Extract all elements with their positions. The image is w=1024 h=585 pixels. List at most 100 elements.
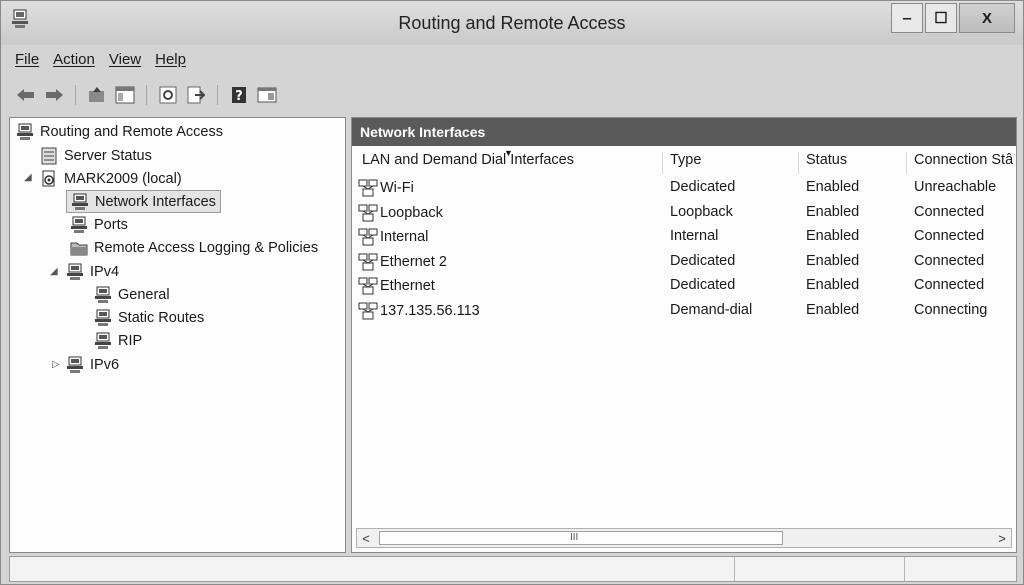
network-interfaces-icon (71, 193, 89, 211)
back-arrow-icon[interactable] (15, 84, 37, 106)
column-header-name[interactable]: LAN and Demand Dial Interfaces (362, 152, 574, 174)
network-interface-icon (358, 277, 378, 295)
ports-icon (70, 216, 88, 234)
app-window: Routing and Remote Access ‒ ☐ X File Act… (0, 0, 1024, 585)
menu-bar: File Action View Help (9, 49, 194, 75)
show-hide-tree-icon[interactable] (114, 84, 136, 106)
tree-label: RIP (118, 332, 143, 349)
folder-icon (70, 239, 88, 257)
window-controls: ‒ ☐ X (891, 3, 1015, 33)
connection-state-cell: Connected (914, 203, 985, 220)
status-cell: Enabled (806, 277, 860, 293)
scroll-left-button[interactable]: < (357, 529, 375, 547)
type-cell: Demand-dial (670, 301, 753, 318)
menu-view[interactable]: View (103, 49, 149, 75)
title-bar[interactable]: Routing and Remote Access ‒ ☐ X (1, 1, 1023, 45)
properties-icon[interactable] (256, 84, 278, 106)
column-divider[interactable] (906, 152, 907, 174)
collapse-arrow-icon[interactable]: ◢ (50, 266, 58, 277)
column-divider[interactable] (662, 152, 663, 174)
refresh-icon[interactable] (157, 84, 179, 106)
column-header-status[interactable]: Status (806, 152, 847, 174)
interface-name-cell: Ethernet 2 (358, 253, 447, 271)
maximize-icon: ☐ (934, 10, 948, 27)
table-row[interactable]: Loopback Loopback Enabled Connected (352, 201, 1016, 225)
tree-label: General (118, 286, 170, 303)
minimize-icon: ‒ (902, 9, 912, 27)
network-interface-icon (358, 302, 378, 320)
interface-name-cell: Wi-Fi (358, 179, 414, 197)
column-divider[interactable] (798, 152, 799, 174)
console-tree[interactable]: Routing and Remote Access Server Status … (9, 117, 346, 553)
tree-item-network-interfaces[interactable]: Network Interfaces (66, 190, 221, 213)
close-icon: X (981, 9, 992, 27)
menu-file[interactable]: File (9, 49, 47, 75)
menu-help[interactable]: Help (149, 49, 194, 75)
table-row[interactable]: Ethernet 2 Dedicated Enabled Connected (352, 250, 1016, 274)
scroll-grip: III (570, 532, 579, 543)
interface-name-cell: 137.135.56.113 (358, 302, 480, 320)
help-icon[interactable]: ? (228, 84, 250, 106)
tree-label: Static Routes (118, 309, 205, 326)
tree-label: IPv4 (90, 263, 120, 280)
connection-state-cell: Connected (914, 252, 985, 269)
close-button[interactable]: X (959, 3, 1015, 33)
menu-action[interactable]: Action (47, 49, 103, 75)
tree-item-ports[interactable]: Ports (70, 213, 128, 236)
connection-state-cell: Unreachable (914, 179, 997, 195)
network-interface-icon (358, 204, 378, 222)
table-row[interactable]: Wi-Fi Dedicated Enabled Unreachable (352, 176, 1016, 200)
forward-arrow-icon[interactable] (43, 84, 65, 106)
rip-icon (94, 332, 112, 350)
tree-label: Network Interfaces (95, 193, 216, 210)
maximize-button[interactable]: ☐ (925, 3, 957, 33)
toolbar-separator (146, 85, 147, 105)
up-folder-icon[interactable] (86, 84, 108, 106)
tree-item-ipv4[interactable]: IPv4 (66, 260, 119, 283)
tree-item-ipv6[interactable]: IPv6 (66, 353, 119, 376)
tree-item-logging[interactable]: Remote Access Logging & Policies (70, 236, 318, 259)
scroll-right-button[interactable]: > (993, 529, 1011, 547)
column-header-type[interactable]: Type (670, 152, 701, 174)
tree-item-root[interactable]: Routing and Remote Access (16, 120, 223, 143)
tree-item-server[interactable]: MARK2009 (local) (40, 167, 182, 190)
interface-name: Loopback (380, 204, 443, 221)
type-cell: Loopback (670, 203, 733, 220)
table-row[interactable]: Ethernet Dedicated Enabled Connected (352, 274, 1016, 298)
horizontal-scrollbar[interactable]: < III > (356, 528, 1012, 548)
type-cell: Dedicated (670, 252, 736, 269)
interface-name: 137.135.56.113 (380, 302, 480, 319)
network-interface-icon (358, 253, 378, 271)
minimize-button[interactable]: ‒ (891, 3, 923, 33)
interface-name: Internal (380, 229, 429, 245)
scroll-thumb[interactable]: III (379, 531, 783, 545)
table-row[interactable]: Internal Internal Enabled Connected (352, 225, 1016, 249)
column-header-connection-state[interactable]: Connection Stâ (914, 152, 1016, 174)
tree-item-server-status[interactable]: Server Status (40, 144, 152, 167)
tree-item-static-routes[interactable]: Static Routes (94, 306, 204, 329)
toolbar-separator (217, 85, 218, 105)
status-divider (904, 557, 905, 581)
export-icon[interactable] (185, 84, 207, 106)
tree-item-general[interactable]: General (94, 283, 170, 306)
interface-name-cell: Loopback (358, 204, 443, 222)
tree-label: Routing and Remote Access (40, 123, 223, 140)
tree-label: Server Status (64, 147, 152, 164)
type-cell: Internal (670, 228, 719, 244)
network-interface-icon (358, 179, 378, 197)
table-row[interactable]: 137.135.56.113 Demand-dial Enabled Conne… (352, 299, 1016, 323)
sort-arrow-icon: ▼ (504, 148, 513, 158)
collapse-arrow-icon[interactable]: ◢ (24, 172, 32, 183)
status-bar (9, 556, 1017, 582)
expand-arrow-icon[interactable]: ▷ (52, 359, 60, 370)
status-cell: Enabled (806, 252, 860, 269)
status-cell: Enabled (806, 179, 860, 195)
connection-state-cell: Connecting (914, 301, 988, 318)
details-header: Network Interfaces (352, 118, 1016, 146)
toolbar-separator (75, 85, 76, 105)
tree-label: IPv6 (90, 356, 120, 373)
tree-label: MARK2009 (local) (64, 170, 182, 187)
tree-item-rip[interactable]: RIP (94, 329, 142, 352)
status-cell: Enabled (806, 228, 860, 244)
toolbar: ? (15, 81, 278, 109)
